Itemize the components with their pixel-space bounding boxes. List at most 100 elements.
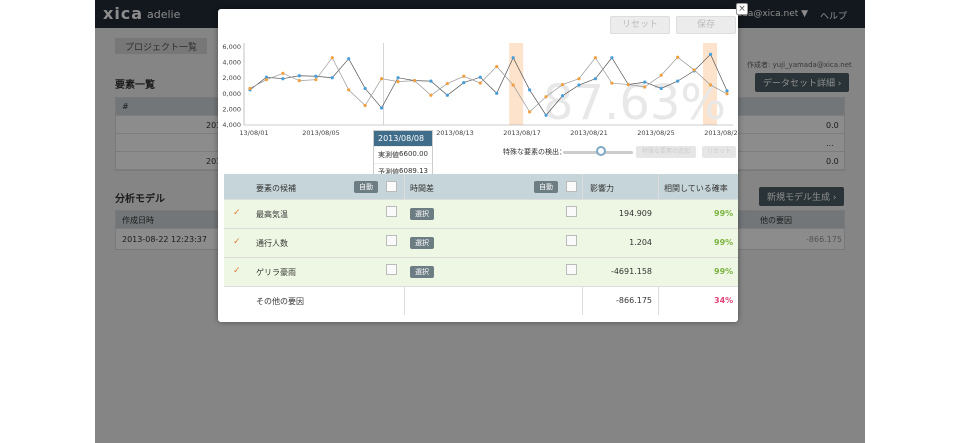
probability-value: 99% xyxy=(714,267,734,276)
row-checkbox[interactable] xyxy=(566,206,577,217)
data-point xyxy=(445,93,449,97)
data-point xyxy=(692,68,696,72)
data-point xyxy=(577,83,581,87)
y-tick-label: 4,000 xyxy=(222,59,241,67)
data-point xyxy=(544,95,548,99)
row-checkbox[interactable] xyxy=(566,235,577,246)
data-point xyxy=(528,110,532,114)
x-tick-label: 2013/08/05 xyxy=(302,129,339,137)
data-point xyxy=(314,78,318,82)
data-point xyxy=(248,86,252,91)
y-tick-label: 2,000 xyxy=(222,74,241,82)
impact-value: -4691.158 xyxy=(610,267,652,276)
data-point xyxy=(396,76,400,80)
data-point xyxy=(676,55,680,59)
header-lag: 時間差 xyxy=(410,184,434,193)
data-point xyxy=(363,103,367,108)
data-point xyxy=(610,81,614,85)
check-icon[interactable]: ✓ xyxy=(233,266,241,276)
close-icon[interactable]: × xyxy=(736,3,748,15)
data-point xyxy=(560,94,565,98)
data-point xyxy=(708,52,713,56)
tooltip-actual: 実測値 6600.00 xyxy=(374,146,432,163)
row-checkbox[interactable] xyxy=(566,264,577,275)
row-checkbox[interactable] xyxy=(386,235,397,246)
data-point xyxy=(577,77,581,81)
data-point xyxy=(511,56,515,60)
data-point xyxy=(725,89,729,93)
add-special-button[interactable]: 特殊な要素の追加 xyxy=(636,146,696,158)
table-row[interactable]: ✓ ゲリラ豪雨 選択 -4691.158 99% xyxy=(224,257,738,286)
factor-name: その他の要因 xyxy=(256,297,304,306)
factor-name: 通行人数 xyxy=(256,239,288,248)
x-tick-label: 2013/08/17 xyxy=(503,129,540,137)
data-point xyxy=(511,83,515,87)
data-point xyxy=(676,79,680,83)
detect-slider-handle[interactable] xyxy=(596,146,606,156)
select-button[interactable]: 選択 xyxy=(410,208,434,220)
data-point xyxy=(412,79,417,83)
data-point xyxy=(330,76,334,80)
data-point xyxy=(281,71,285,75)
data-point xyxy=(462,80,466,85)
impact-value: 1.204 xyxy=(629,238,652,247)
data-point xyxy=(379,77,384,81)
select-button[interactable]: 選択 xyxy=(410,266,434,278)
row-checkbox[interactable] xyxy=(386,264,397,275)
x-tick-label: 2013/08/21 xyxy=(570,129,607,137)
table-row: その他の要因 -866.175 34% xyxy=(224,286,738,315)
data-point xyxy=(478,75,482,79)
data-point xyxy=(445,81,449,86)
auto-button-candidate[interactable]: 自動 xyxy=(354,181,378,193)
save-button[interactable]: 保存 xyxy=(676,16,736,34)
row-checkbox[interactable] xyxy=(386,206,397,217)
data-point xyxy=(297,74,301,78)
reset-button[interactable]: リセット xyxy=(610,16,670,34)
data-point xyxy=(396,80,400,84)
x-tick-label: 2013/08/29 xyxy=(704,129,738,137)
header-probability: 相関している確率 xyxy=(664,184,728,193)
table-row[interactable]: ✓ 通行人数 選択 1.204 99% xyxy=(224,228,738,257)
data-point xyxy=(495,91,499,95)
data-point xyxy=(626,82,630,87)
tooltip-date: 2013/08/08 xyxy=(374,131,432,146)
check-icon[interactable]: ✓ xyxy=(233,237,241,247)
data-point xyxy=(297,79,301,83)
y-tick-label: 6,000 xyxy=(222,43,241,51)
data-point xyxy=(347,57,351,61)
impact-value: 194.909 xyxy=(618,209,652,218)
header-checkbox[interactable] xyxy=(386,181,397,192)
select-button[interactable]: 選択 xyxy=(410,237,434,249)
detect-reset-button[interactable]: リセット xyxy=(702,146,736,158)
check-icon[interactable]: ✓ xyxy=(233,208,241,218)
probability-value: 99% xyxy=(714,209,734,218)
table-row[interactable]: ✓ 最高気温 選択 194.909 99% xyxy=(224,199,738,228)
data-point xyxy=(429,79,433,83)
data-point xyxy=(347,88,351,92)
y-tick-label: 2,000 xyxy=(222,105,241,113)
data-point xyxy=(281,77,285,81)
header-checkbox[interactable] xyxy=(566,181,577,192)
data-point xyxy=(593,56,598,60)
y-tick-label: 0,000 xyxy=(222,90,241,98)
probability-value: 99% xyxy=(714,238,734,247)
prediction-modal: リセット 保存 87.63% 6,000 4,000 2,000 0,000 2,000 4… xyxy=(218,9,738,322)
impact-value: -866.175 xyxy=(616,296,652,305)
data-point xyxy=(659,73,663,77)
factor-name: ゲリラ豪雨 xyxy=(256,268,296,277)
x-tick-label: 13/08/01 xyxy=(239,129,268,137)
data-point xyxy=(379,106,384,110)
data-point xyxy=(659,86,663,91)
prediction-chart: 87.63%6,0004,0002,0000,0002,0004,00013/0… xyxy=(222,43,738,137)
grid-header: 要素の候補 自動 時間差 自動 影響力 相関している確率 xyxy=(224,174,738,199)
factor-name: 最高気温 xyxy=(256,210,288,219)
x-tick-label: 2013/08/13 xyxy=(436,129,473,137)
highlight-band xyxy=(509,43,524,125)
data-point xyxy=(560,82,565,87)
data-point xyxy=(528,88,532,92)
data-point xyxy=(495,64,499,69)
data-point xyxy=(725,92,729,96)
auto-button-lag[interactable]: 自動 xyxy=(534,181,558,193)
data-point xyxy=(708,83,713,87)
tooltip-actual-label: 実測値 xyxy=(378,151,399,159)
